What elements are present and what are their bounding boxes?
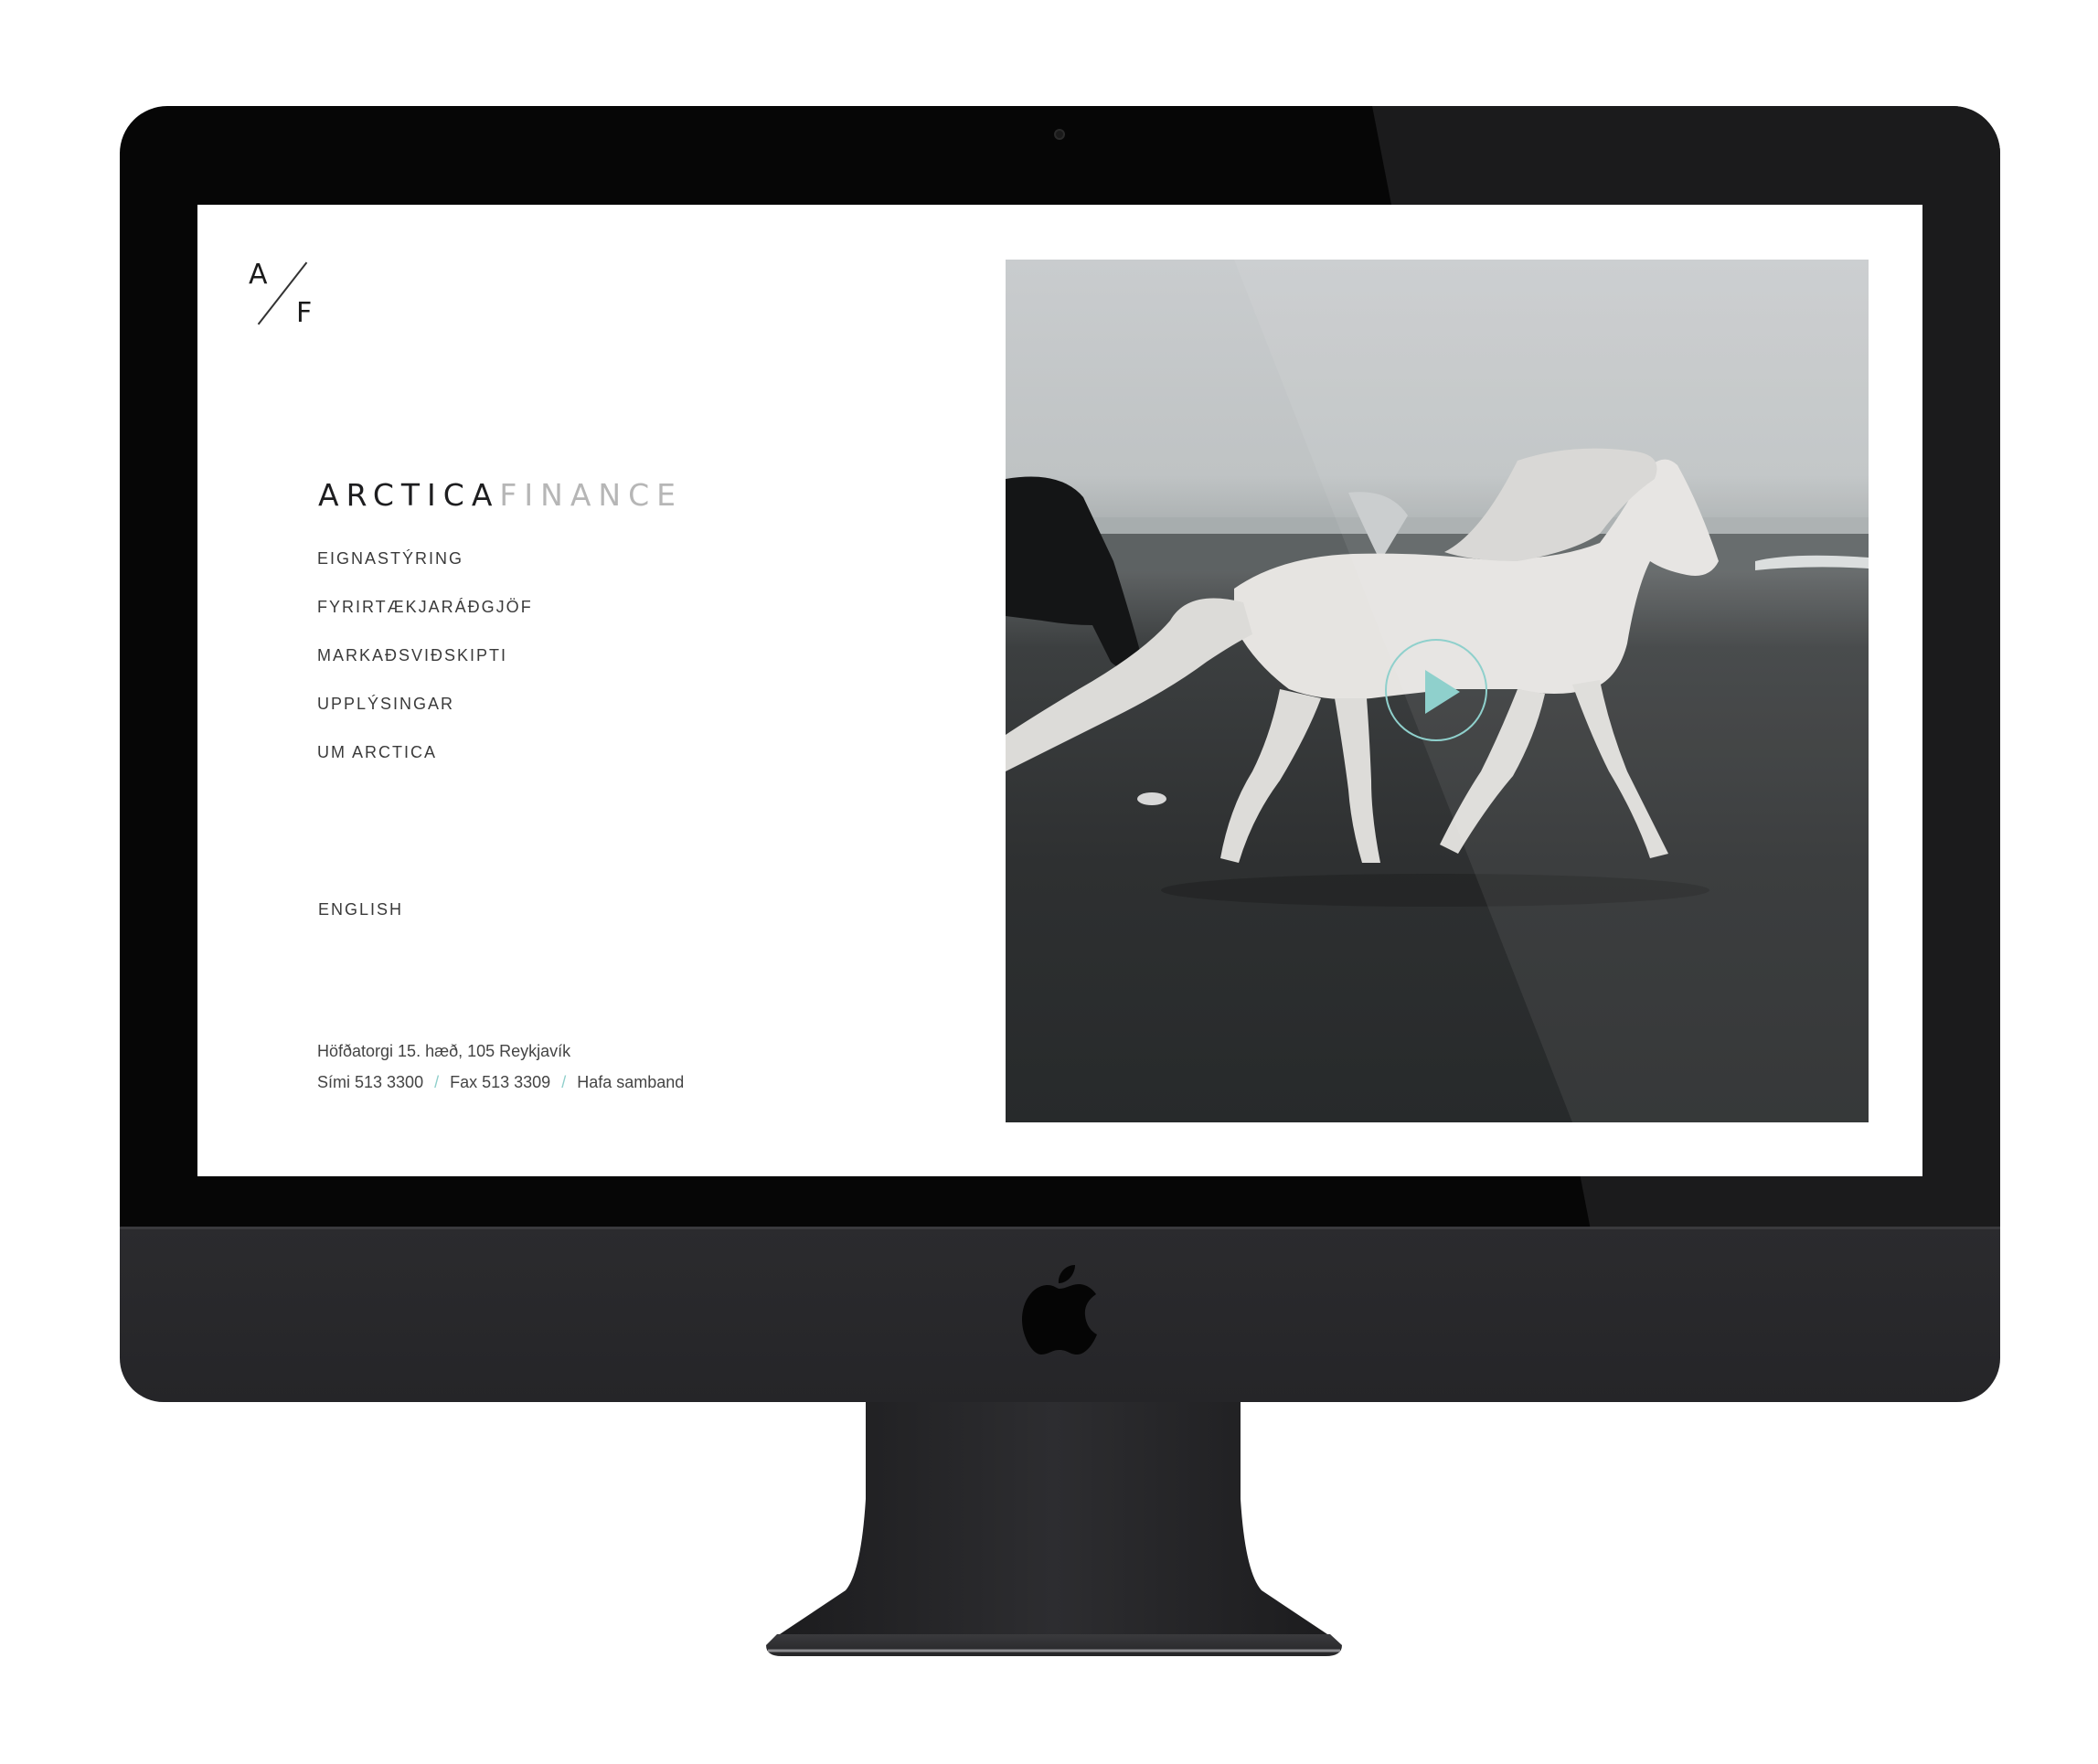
footer-contact: Sími 513 3300 / Fax 513 3309 / Hafa samband	[317, 1073, 684, 1092]
logo-letter-f: F	[296, 297, 313, 329]
brand-sub-text: FINANCE	[499, 477, 683, 513]
main-nav: EIGNASTÝRING FYRIRTÆKJARÁÐGJÖF MARKAÐSVI…	[317, 548, 533, 791]
footer-address: Höfðatorgi 15. hæð, 105 Reykjavík	[317, 1042, 571, 1060]
hero-video[interactable]	[1006, 260, 1869, 1122]
play-button[interactable]	[1385, 639, 1487, 741]
nav-item-markadsvidskipti[interactable]: MARKAÐSVIÐSKIPTI	[317, 645, 533, 694]
play-icon	[1425, 670, 1460, 714]
footer-phone[interactable]: Sími 513 3300	[317, 1073, 423, 1091]
brand-main-text: ARCTICA	[318, 477, 500, 513]
footer-separator: /	[561, 1073, 567, 1091]
chin-divider	[120, 1227, 2000, 1229]
footer-separator: /	[434, 1073, 440, 1091]
nav-item-um-arctica[interactable]: UM ARCTICA	[317, 742, 533, 791]
brand-wordmark[interactable]: ARCTICAFINANCE	[318, 477, 683, 513]
language-switch-english[interactable]: ENGLISH	[318, 900, 403, 919]
af-logo[interactable]: A F	[249, 256, 322, 329]
contact-link[interactable]: Hafa samband	[577, 1073, 684, 1091]
logo-letter-a: A	[249, 259, 268, 291]
nav-item-upplysingar[interactable]: UPPLÝSINGAR	[317, 694, 533, 742]
nav-item-eignastyring[interactable]: EIGNASTÝRING	[317, 548, 533, 597]
apple-logo-icon	[1022, 1265, 1097, 1355]
website-screen: A F ARCTICAFINANCE EIGNASTÝRING FYRIRTÆK…	[197, 205, 1922, 1176]
footer-fax: Fax 513 3309	[450, 1073, 551, 1091]
nav-item-fyrirtaekjaradgjof[interactable]: FYRIRTÆKJARÁÐGJÖF	[317, 597, 533, 645]
camera-icon	[1054, 129, 1065, 140]
